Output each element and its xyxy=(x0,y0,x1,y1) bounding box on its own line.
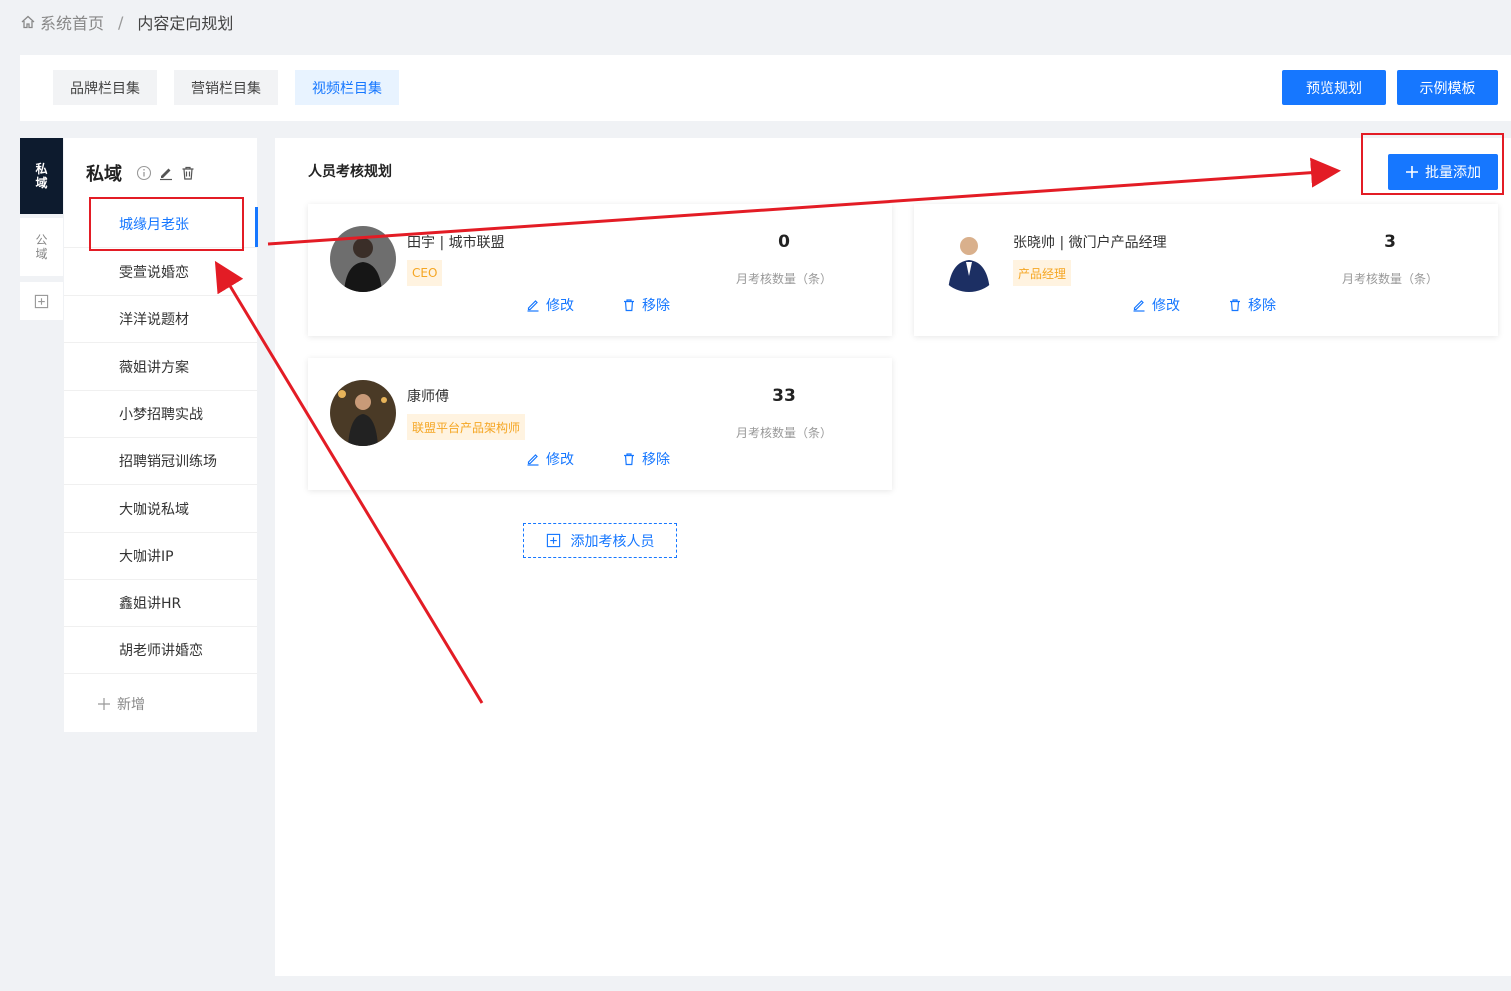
avatar xyxy=(936,226,1002,292)
edit-label: 修改 xyxy=(1152,298,1180,314)
list-item[interactable]: 鑫姐讲HR xyxy=(64,580,257,627)
domain-tab-private-label: 私域 xyxy=(35,162,48,190)
domain-tab-private[interactable]: 私域 xyxy=(20,138,63,214)
section-title: 人员考核规划 xyxy=(308,164,392,180)
add-domain-button[interactable] xyxy=(20,282,63,320)
tab-marketing-columns[interactable]: 营销栏目集 xyxy=(174,70,278,105)
breadcrumb-separator: / xyxy=(118,12,124,32)
list-title: 私域 xyxy=(86,164,122,185)
remove-button[interactable]: 移除 xyxy=(1228,295,1276,315)
list-item[interactable]: 大咖讲IP xyxy=(64,533,257,580)
role-tag: 联盟平台产品架构师 xyxy=(407,414,526,440)
edit-label: 修改 xyxy=(546,298,574,314)
monthly-count-label: 月考核数量（条） xyxy=(735,272,832,286)
edit-label: 修改 xyxy=(546,452,574,468)
info-icon[interactable] xyxy=(136,165,152,181)
person-name: 康师傅 xyxy=(407,389,449,405)
role-tag: 产品经理 xyxy=(1013,260,1072,286)
tab-brand-columns[interactable]: 品牌栏目集 xyxy=(53,70,157,105)
tab-video-columns[interactable]: 视频栏目集 xyxy=(295,70,399,105)
avatar xyxy=(330,380,396,446)
remove-label: 移除 xyxy=(1248,298,1276,314)
plus-icon xyxy=(98,698,110,710)
domain-tab-public[interactable]: 公域 xyxy=(20,218,63,276)
role-tag: CEO xyxy=(407,260,443,286)
edit-icon xyxy=(1133,300,1145,312)
person-card: 康师傅 联盟平台产品架构师 33 月考核数量（条） 修改 移除 xyxy=(308,358,892,490)
example-template-button[interactable]: 示例模板 xyxy=(1397,70,1498,105)
domain-tab-public-label: 公域 xyxy=(35,233,48,261)
list-item[interactable]: 薇姐讲方案 xyxy=(64,344,257,391)
list-item[interactable]: 招聘销冠训练场 xyxy=(64,438,257,485)
edit-button[interactable]: 修改 xyxy=(526,449,574,469)
list-item[interactable]: 洋洋说题材 xyxy=(64,296,257,343)
edit-button[interactable]: 修改 xyxy=(1132,295,1180,315)
list-item[interactable]: 雯萱说婚恋 xyxy=(64,249,257,296)
person-card: 田宇 | 城市联盟 CEO 0 月考核数量（条） 修改 移除 xyxy=(308,204,892,336)
add-person-label: 添加考核人员 xyxy=(570,533,655,550)
trash-icon xyxy=(1230,299,1240,312)
monthly-count: 3 xyxy=(1384,232,1396,252)
plus-square-icon xyxy=(546,533,560,548)
add-assessment-person-button[interactable]: 添加考核人员 xyxy=(523,523,677,558)
preview-plan-button[interactable]: 预览规划 xyxy=(1282,70,1386,105)
annotation-box-batch-add xyxy=(1361,133,1504,195)
remove-button[interactable]: 移除 xyxy=(622,295,670,315)
monthly-count-label: 月考核数量（条） xyxy=(1341,272,1438,286)
person-name: 田宇 | 城市联盟 xyxy=(407,235,505,251)
edit-button[interactable]: 修改 xyxy=(526,295,574,315)
monthly-count-label: 月考核数量（条） xyxy=(735,426,832,440)
remove-label: 移除 xyxy=(642,452,670,468)
edit-icon[interactable] xyxy=(158,165,174,181)
edit-icon xyxy=(527,300,539,312)
breadcrumb: 系统首页 / 内容定向规划 xyxy=(20,10,233,34)
trash-icon[interactable] xyxy=(180,165,196,181)
plus-square-icon xyxy=(34,294,49,308)
trash-icon xyxy=(624,453,634,466)
list-item[interactable]: 胡老师讲婚恋 xyxy=(64,627,257,674)
remove-label: 移除 xyxy=(642,298,670,314)
breadcrumb-current: 内容定向规划 xyxy=(137,14,234,33)
monthly-count: 33 xyxy=(772,386,796,406)
add-column-label: 新增 xyxy=(117,697,145,713)
remove-button[interactable]: 移除 xyxy=(622,449,670,469)
breadcrumb-home[interactable]: 系统首页 xyxy=(40,10,104,34)
assessment-plan-panel: 人员考核规划 批量添加 田宇 | 城市联盟 CEO 0 月考核数量（条） 修改 … xyxy=(275,138,1511,976)
edit-icon xyxy=(527,454,539,466)
annotation-box-list-item xyxy=(89,197,244,251)
trash-icon xyxy=(624,299,634,312)
avatar xyxy=(330,226,396,292)
person-card: 张晓帅 | 微门户产品经理 产品经理 3 月考核数量（条） 修改 移除 xyxy=(914,204,1498,336)
list-item[interactable]: 大咖说私域 xyxy=(64,486,257,533)
monthly-count: 0 xyxy=(778,232,790,252)
person-name: 张晓帅 | 微门户产品经理 xyxy=(1013,235,1167,251)
list-header: 私域 xyxy=(86,160,196,186)
add-column-button[interactable]: 新增 xyxy=(97,694,145,714)
home-icon xyxy=(21,15,35,29)
list-item[interactable]: 小梦招聘实战 xyxy=(64,391,257,438)
column-set-bar: 品牌栏目集 营销栏目集 视频栏目集 预览规划 示例模板 xyxy=(20,55,1511,121)
